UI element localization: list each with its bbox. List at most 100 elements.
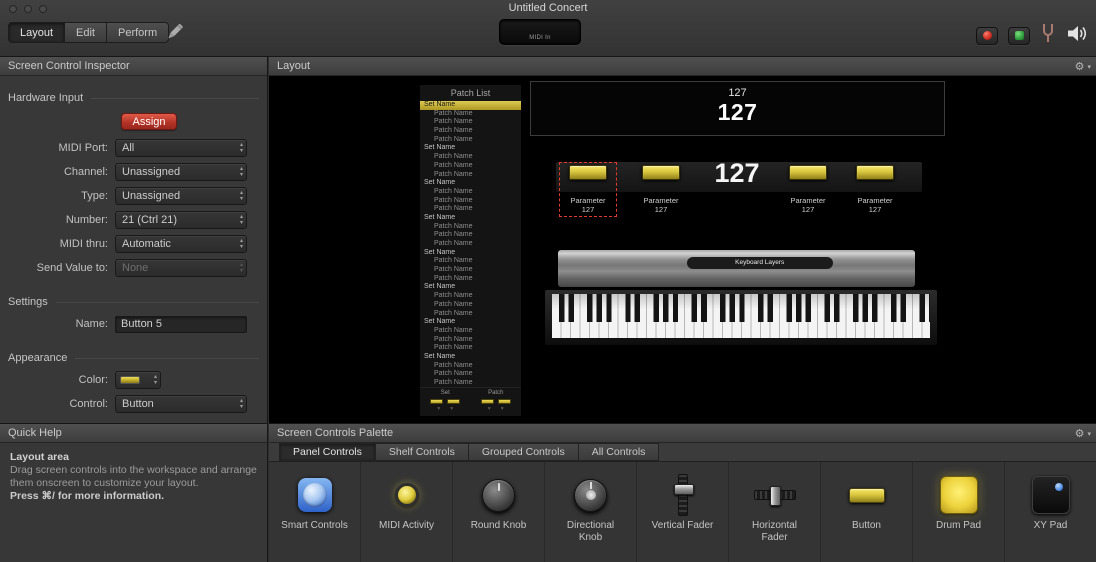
palette-item-label: Vertical Fader xyxy=(652,520,714,532)
stepper-icon[interactable]: ▴▾ xyxy=(240,398,243,410)
stepper-icon[interactable]: ▴▾ xyxy=(240,166,243,178)
stepper-icon[interactable]: ▴▾ xyxy=(154,374,157,386)
palette-item[interactable]: MIDI Activity xyxy=(361,462,453,562)
patch-list-row[interactable]: Set Name xyxy=(420,249,521,258)
patch-list-row[interactable]: Patch Name xyxy=(420,231,521,240)
stepper-icon[interactable]: ▴▾ xyxy=(240,238,243,250)
parameter-button-group[interactable]: Parameter 127 xyxy=(782,165,834,214)
patch-list-row[interactable]: Patch Name xyxy=(420,223,521,232)
action-menu-gear-icon[interactable]: ⚙ ▾ xyxy=(1075,58,1091,77)
patch-list-row[interactable]: Patch Name xyxy=(420,171,521,180)
palette-item[interactable]: Vertical Fader xyxy=(637,462,729,562)
palette-item[interactable]: Directional Knob xyxy=(545,462,637,562)
patch-list-row[interactable]: Set Name xyxy=(420,214,521,223)
patch-list-row[interactable]: Patch Name xyxy=(420,344,521,353)
color-dropdown[interactable]: ▴▾ xyxy=(115,371,161,389)
color-swatch xyxy=(120,376,140,384)
parameter-button-group[interactable]: Parameter 127 xyxy=(635,165,687,214)
parameter-button[interactable] xyxy=(856,165,894,180)
patch-list-row[interactable]: Patch Name xyxy=(420,197,521,206)
stepper-icon[interactable]: ▴▾ xyxy=(240,142,243,154)
stepper-icon[interactable]: ▴▾ xyxy=(240,190,243,202)
patch-list-row[interactable]: Patch Name xyxy=(420,310,521,319)
parameter-button-group[interactable]: Parameter 127 xyxy=(849,165,901,214)
mode-button[interactable]: Layout xyxy=(8,22,65,43)
patch-list-row[interactable]: Patch Name xyxy=(420,153,521,162)
patch-list-row[interactable]: Patch Name xyxy=(420,327,521,336)
patch-prev-button[interactable] xyxy=(481,399,494,404)
patch-list-row[interactable]: Patch Name xyxy=(420,362,521,371)
mode-button[interactable]: Edit xyxy=(64,22,107,43)
dropdown-field[interactable]: Unassigned ▴▾ xyxy=(115,187,247,205)
palette-item[interactable]: Smart Controls xyxy=(269,462,361,562)
palette-tab[interactable]: Grouped Controls xyxy=(468,443,579,461)
patch-list-row[interactable]: Patch Name xyxy=(420,301,521,310)
palette-item[interactable]: Drum Pad xyxy=(913,462,1005,562)
parameter-button[interactable] xyxy=(789,165,827,180)
stepper-icon[interactable]: ▴▾ xyxy=(240,214,243,226)
dropdown-field[interactable]: Automatic ▴▾ xyxy=(115,235,247,253)
hardware-input-section: Hardware Input xyxy=(8,92,259,104)
parameter-button-group[interactable]: Parameter 127 xyxy=(562,165,614,214)
control-dropdown[interactable]: Button ▴▾ xyxy=(115,395,247,413)
patch-nav-group: Patch ▼▼ xyxy=(471,390,522,416)
patch-list-row[interactable]: Patch Name xyxy=(420,275,521,284)
dropdown-value: Unassigned xyxy=(122,190,180,202)
patch-list-row[interactable]: Patch Name xyxy=(420,266,521,275)
patch-list-row[interactable]: Patch Name xyxy=(420,162,521,171)
screen-controls-palette: Screen Controls Palette ⚙ ▾ Panel Contro… xyxy=(269,423,1096,562)
dropdown-field[interactable]: None ▴▾ xyxy=(115,259,247,277)
patch-next-button[interactable] xyxy=(498,399,511,404)
mode-button[interactable]: Perform xyxy=(106,22,169,43)
record-button[interactable] xyxy=(976,27,998,45)
patch-list-title: Patch List xyxy=(420,85,521,101)
set-nav-group: Set ▼▼ xyxy=(420,390,471,416)
action-menu-gear-icon[interactable]: ⚙ ▾ xyxy=(1075,425,1091,444)
dropdown-field[interactable]: All ▴▾ xyxy=(115,139,247,157)
assign-button[interactable]: Assign xyxy=(121,113,177,130)
keyboard-control[interactable] xyxy=(545,290,937,345)
patch-list-row[interactable]: Patch Name xyxy=(420,370,521,379)
patch-list-row[interactable]: Patch Name xyxy=(420,292,521,301)
patch-list-row[interactable]: Set Name xyxy=(420,144,521,153)
palette-tab[interactable]: Shelf Controls xyxy=(375,443,469,461)
patch-list-row[interactable]: Set Name xyxy=(420,353,521,362)
dropdown-field[interactable]: Unassigned ▴▾ xyxy=(115,163,247,181)
patch-list-row[interactable]: Patch Name xyxy=(420,257,521,266)
patch-list-control[interactable]: Patch List Set Name Patch Name Patch Nam… xyxy=(420,85,521,416)
patch-list-row[interactable]: Patch Name xyxy=(420,127,521,136)
parameter-button[interactable] xyxy=(642,165,680,180)
volume-icon[interactable] xyxy=(1066,25,1088,47)
play-button[interactable] xyxy=(1008,27,1030,45)
keyboard-layers-bar[interactable]: Keyboard Layers xyxy=(558,250,915,287)
patch-list-row[interactable]: Set Name xyxy=(420,179,521,188)
patch-list-row[interactable]: Set Name xyxy=(420,101,521,110)
patch-list-row[interactable]: Patch Name xyxy=(420,336,521,345)
patch-list-row[interactable]: Set Name xyxy=(420,283,521,292)
parameter-button[interactable] xyxy=(569,165,607,180)
palette-item[interactable]: XY Pad xyxy=(1005,462,1096,562)
tuner-icon[interactable] xyxy=(1040,23,1056,48)
palette-item[interactable]: Round Knob xyxy=(453,462,545,562)
name-input[interactable]: Button 5 xyxy=(115,316,247,333)
value-display-control[interactable]: 127 127 xyxy=(530,81,945,136)
patch-list-row[interactable]: Patch Name xyxy=(420,110,521,119)
patch-list-row[interactable]: Patch Name xyxy=(420,205,521,214)
piano-black-keys xyxy=(552,294,930,322)
set-next-button[interactable] xyxy=(447,399,460,404)
patch-list-row[interactable]: Patch Name xyxy=(420,240,521,249)
patch-list-row[interactable]: Patch Name xyxy=(420,379,521,387)
stepper-icon[interactable]: ▴▾ xyxy=(240,262,243,274)
patch-list-row[interactable]: Patch Name xyxy=(420,136,521,145)
palette-item[interactable]: Button xyxy=(821,462,913,562)
patch-list-row[interactable]: Set Name xyxy=(420,318,521,327)
patch-list-row[interactable]: Patch Name xyxy=(420,188,521,197)
palette-item[interactable]: Horizontal Fader xyxy=(729,462,821,562)
patch-list-row[interactable]: Patch Name xyxy=(420,118,521,127)
dropdown-field[interactable]: 21 (Ctrl 21) ▴▾ xyxy=(115,211,247,229)
layout-workspace[interactable]: Patch List Set Name Patch Name Patch Nam… xyxy=(269,76,1096,423)
palette-tab[interactable]: Panel Controls xyxy=(279,443,376,461)
play-icon xyxy=(1015,31,1024,40)
palette-tab[interactable]: All Controls xyxy=(578,443,660,461)
set-prev-button[interactable] xyxy=(430,399,443,404)
